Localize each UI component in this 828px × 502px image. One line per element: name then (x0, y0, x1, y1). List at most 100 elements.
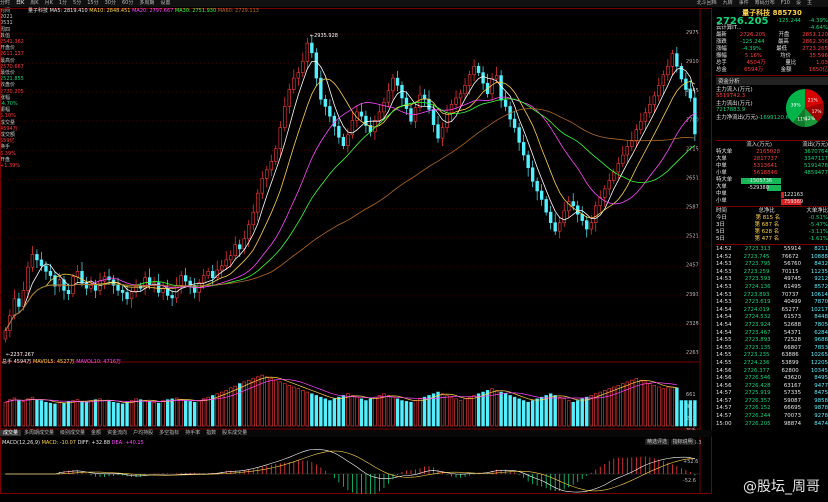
candle-body (238, 244, 242, 250)
select-button[interactable]: 精选评选 (645, 439, 670, 445)
volume-bar (3, 401, 8, 427)
indicator-tab[interactable]: 资金流向 (104, 430, 130, 436)
quote-label: 总金 (716, 67, 727, 73)
volume-bar (156, 402, 161, 427)
volume-legend: 总手 4594万 MAVOL5: 4527万 MAVOL10: 4716万 (2, 359, 121, 365)
toolbar-item[interactable]: 设置 (160, 0, 170, 6)
tick-volume: 54371 (783, 329, 801, 336)
tick-row: 14:56 2726.428 63167 9477 (716, 383, 828, 391)
toolbar-item[interactable]: 1分 (59, 0, 67, 6)
indicator-tab[interactable]: 持手率 (182, 430, 203, 436)
macd-axis-label: +52.6 (683, 459, 698, 465)
candle-body (490, 78, 494, 95)
indicator-tab[interactable]: 多周期成交量 (21, 430, 57, 436)
indicator-tab[interactable]: 成交量 (0, 430, 22, 436)
candle-body (391, 77, 395, 92)
candle-body (657, 85, 661, 97)
kline-chart[interactable]: 2975291028452780271526512587252124572392… (0, 8, 712, 494)
tick-volume: 52688 (783, 321, 801, 328)
tick-time: 14:54 (716, 306, 732, 313)
indicator-tab[interactable]: 级别成交量 (57, 430, 88, 436)
indicator-help-button[interactable]: 指标说明 (670, 439, 695, 445)
volume-bar (116, 402, 120, 427)
candle-body (210, 271, 215, 278)
quote-label: 最高 (777, 39, 789, 45)
candle-body (17, 298, 21, 307)
volume-bar (337, 396, 341, 427)
toolbar-item[interactable]: 日K (16, 0, 24, 6)
volume-bar (445, 395, 449, 427)
volume-bar (512, 396, 517, 427)
macd-axis-label: -52.6 (683, 478, 696, 484)
toolbar-item[interactable]: 月K (45, 0, 53, 6)
candle-body (454, 97, 458, 105)
volume-bar (53, 403, 57, 427)
tick-price: 2726.152 (744, 405, 771, 412)
toolbar-item[interactable]: 5分 (73, 0, 81, 6)
quote-label: 量比 (785, 60, 797, 66)
toolbar-item[interactable]: 多周期 (139, 0, 154, 6)
candle-body (229, 255, 233, 261)
indicator-tab[interactable]: 指数 (203, 430, 219, 436)
sector-name[interactable]: 云计算IT... (716, 25, 742, 32)
fund-header: 资金分析 (716, 77, 828, 85)
volume-bar (48, 402, 53, 427)
indicator-tab[interactable]: 户均持股 (130, 430, 156, 436)
tick-amount: 7853 (814, 344, 828, 351)
volume-bar (75, 399, 80, 427)
toolbar-item[interactable]: 30分 (105, 0, 116, 6)
volume-bar (224, 390, 228, 427)
tick-time: 14:53 (716, 276, 732, 283)
toolbar-right-item[interactable]: 九转 (723, 0, 733, 6)
tick-price: 2724.236 (743, 359, 770, 366)
tick-time: 14:55 (716, 352, 732, 359)
tick-volume: 72528 (783, 337, 801, 344)
toolbar-item[interactable]: 15分 (87, 0, 98, 6)
quote-label: 最低 (776, 46, 788, 52)
quote-value: 1650亿 (808, 67, 828, 73)
price-change: -125.244 (776, 18, 801, 24)
toolbar-right-item[interactable]: 事件 (739, 0, 749, 6)
toolbar-right-item[interactable]: 主 (807, 0, 812, 6)
indicator-tabs: 成交量 多周期成交量 级别成交量 金额 资金流向 户均持股 多空指标 持手率 指数 股东成交量 (0, 430, 712, 437)
macd-value: MACD: -10.07 (41, 440, 76, 446)
tick-price: 2724.532 (744, 314, 771, 321)
toolbar-right-item[interactable]: 北斗回档 (697, 0, 717, 6)
volume-bar (147, 401, 152, 427)
quote-value: 6594万 (744, 67, 764, 73)
price-axis-label: 2587 (686, 205, 699, 211)
toolbar-right-item[interactable]: 筹码分布 (755, 0, 775, 6)
indicator-tab[interactable]: 股东成交量 (219, 430, 250, 436)
volume-bar (265, 376, 269, 427)
volume-bar (174, 397, 179, 427)
volume-bar (472, 395, 476, 427)
volume-bar (57, 401, 62, 427)
tick-price: 2724.136 (744, 283, 771, 290)
toolbar-right-item[interactable]: F10 (781, 0, 790, 6)
toolbar-item[interactable]: 周K (30, 0, 38, 6)
quote-label: 振幅 (716, 53, 727, 59)
toolbar-item[interactable]: 60分 (122, 0, 133, 6)
indicator-tab[interactable]: 多空指标 (156, 430, 182, 436)
flow-label: 小单 (716, 170, 727, 176)
toolbar-item[interactable]: 分时 (0, 0, 10, 6)
period-pct: -0.51% (808, 215, 828, 221)
quote-value: 4504万 (746, 60, 766, 66)
volume-bar (62, 402, 66, 427)
dea-value: DEA: +40.15 (111, 440, 144, 446)
volume-bar (206, 396, 210, 427)
candle-body (625, 146, 629, 156)
tick-table[interactable]: 14:52 2723.313 55914 8211 14:52 2723.745 76672… (716, 246, 828, 428)
candle-body (589, 222, 593, 230)
net-row: 小单 759369 (716, 198, 828, 205)
toolbar-right-item[interactable]: 设 (796, 0, 801, 6)
quote-panel: 量子科技 885730 2726.205 -125.244 -4.39% 云计算… (716, 8, 828, 502)
tick-amount: 9212 (814, 276, 828, 283)
period-row: 今日 第 815 名 -0.51% (716, 215, 828, 222)
tick-price: 2723.619 (744, 299, 771, 306)
indicator-tab[interactable]: 金额 (88, 430, 104, 436)
candle-body (585, 220, 589, 230)
volume-bar (93, 399, 98, 427)
quote-row: 总金 6594万 金额 1650亿 (716, 67, 828, 74)
tick-price: 2726.205 (744, 420, 771, 427)
